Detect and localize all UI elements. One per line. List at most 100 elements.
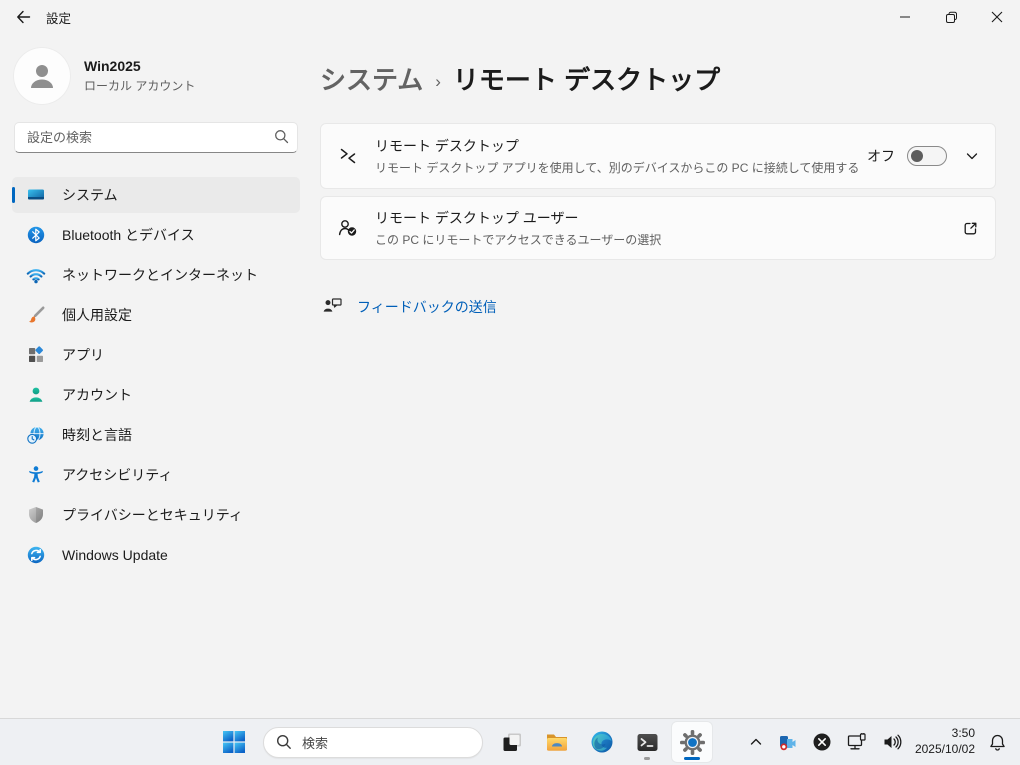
sidebar-item-privacy-security[interactable]: プライバシーとセキュリティ (12, 497, 300, 533)
remote-desktop-description: リモート デスクトップ アプリを使用して、別のデバイスからこの PC に接続して… (375, 159, 867, 176)
taskbar-center: 検索 (214, 722, 712, 762)
chevron-down-icon (965, 149, 979, 163)
remote-desktop-users-title: リモート デスクトップ ユーザー (375, 208, 962, 228)
remote-desktop-card[interactable]: リモート デスクトップ リモート デスクトップ アプリを使用して、別のデバイスか… (320, 123, 996, 189)
tray-status-x-button[interactable] (805, 724, 839, 760)
breadcrumb-separator: › (435, 72, 441, 92)
sidebar-item-label: アカウント (62, 385, 132, 405)
feedback-row: フィードバックの送信 (322, 297, 996, 317)
restore-button[interactable] (928, 0, 974, 34)
windows-update-icon (26, 545, 46, 565)
edge-icon (589, 729, 615, 755)
toggle-knob (911, 150, 923, 162)
user-account-type: ローカル アカウント (84, 77, 195, 94)
minimize-icon (899, 11, 911, 23)
sidebar-item-label: システム (62, 185, 118, 205)
window-controls (882, 0, 1020, 34)
terminal-icon (635, 730, 660, 755)
notifications-button[interactable] (981, 724, 1014, 760)
taskbar-search[interactable]: 検索 (263, 727, 483, 758)
sidebar-item-bluetooth-devices[interactable]: Bluetooth とデバイス (12, 217, 300, 253)
terminal-button[interactable] (627, 722, 667, 762)
sidebar-item-label: Bluetooth とデバイス (62, 225, 195, 245)
app-title: 設定 (46, 8, 71, 27)
system-tray: 3:50 2025/10/02 (742, 719, 1014, 765)
sidebar-item-label: プライバシーとセキュリティ (62, 505, 243, 525)
apps-icon (26, 345, 46, 365)
remote-desktop-users-card[interactable]: リモート デスクトップ ユーザー この PC にリモートでアクセスできるユーザー… (320, 196, 996, 260)
time-language-icon (26, 425, 46, 445)
sidebar-item-label: ネットワークとインターネット (62, 265, 258, 285)
sidebar-item-windows-update[interactable]: Windows Update (12, 537, 300, 573)
sidebar-item-accounts[interactable]: アカウント (12, 377, 300, 413)
sidebar-item-network-internet[interactable]: ネットワークとインターネット (12, 257, 300, 293)
edge-browser-button[interactable] (582, 722, 622, 762)
sidebar-nav: システム Bluetooth とデバイス ネットワークとインターネット (12, 175, 300, 575)
expander-chevron[interactable] (965, 149, 979, 163)
status-x-icon (812, 732, 832, 752)
sidebar-item-label: アクセシビリティ (62, 465, 172, 485)
settings-cards: リモート デスクトップ リモート デスクトップ アプリを使用して、別のデバイスか… (320, 123, 996, 260)
close-button[interactable] (974, 0, 1020, 34)
avatar (14, 48, 70, 104)
breadcrumb-system[interactable]: システム (320, 60, 423, 97)
sidebar-item-time-language[interactable]: 時刻と言語 (12, 417, 300, 453)
privacy-icon (26, 505, 46, 525)
sidebar-item-label: 時刻と言語 (62, 425, 132, 445)
system-icon (26, 185, 46, 205)
sidebar-item-label: Windows Update (62, 547, 168, 563)
file-explorer-button[interactable] (537, 722, 577, 762)
settings-search-input[interactable] (14, 122, 298, 153)
remote-desktop-toggle[interactable] (907, 146, 947, 166)
volume-tray-button[interactable] (875, 724, 909, 760)
tray-time: 3:50 (915, 726, 975, 742)
network-tray-button[interactable] (839, 724, 875, 760)
ethernet-icon (846, 732, 868, 752)
taskbar: 検索 (0, 718, 1020, 765)
settings-gear-icon (679, 729, 706, 756)
chevron-up-icon (749, 735, 763, 749)
task-view-icon (500, 730, 525, 755)
minimize-button[interactable] (882, 0, 928, 34)
close-icon (991, 11, 1003, 23)
remote-desktop-title: リモート デスクトップ (375, 136, 867, 156)
titlebar: 設定 (0, 0, 1020, 34)
settings-window: 設定 Win2025 ローカル アカウント (0, 0, 1020, 718)
speaker-icon (882, 732, 902, 752)
breadcrumb: システム › リモート デスクトップ (320, 60, 996, 97)
sidebar-item-accessibility[interactable]: アクセシビリティ (12, 457, 300, 493)
tray-device-status-icon (777, 732, 798, 753)
page-title: リモート デスクトップ (453, 60, 720, 97)
back-button[interactable] (6, 2, 40, 32)
personalization-icon (26, 305, 46, 325)
toggle-state-label: オフ (867, 146, 895, 166)
bluetooth-icon (26, 225, 46, 245)
start-button[interactable] (214, 722, 254, 762)
sidebar-item-label: 個人用設定 (62, 305, 132, 325)
user-account[interactable]: Win2025 ローカル アカウント (14, 48, 300, 104)
clock-tray[interactable]: 3:50 2025/10/02 (909, 724, 981, 760)
remote-desktop-icon (337, 145, 359, 167)
settings-search (14, 122, 298, 153)
search-icon (274, 129, 289, 144)
tray-device-status-button[interactable] (770, 724, 805, 760)
sidebar-item-system[interactable]: システム (12, 177, 300, 213)
remote-desktop-users-description: この PC にリモートでアクセスできるユーザーの選択 (375, 231, 962, 248)
open-external-icon (962, 220, 979, 237)
network-icon (26, 265, 46, 285)
search-icon (276, 734, 292, 750)
sidebar-item-personalization[interactable]: 個人用設定 (12, 297, 300, 333)
sidebar-item-apps[interactable]: アプリ (12, 337, 300, 373)
task-view-button[interactable] (492, 722, 532, 762)
file-explorer-icon (544, 729, 570, 755)
back-arrow-icon (15, 9, 31, 25)
send-feedback-link[interactable]: フィードバックの送信 (357, 297, 497, 317)
tray-date: 2025/10/02 (915, 742, 975, 758)
bell-icon (988, 733, 1007, 752)
settings-app-button[interactable] (672, 722, 712, 762)
sidebar: Win2025 ローカル アカウント システム (0, 34, 312, 718)
user-icon (25, 59, 59, 93)
restore-icon (945, 11, 958, 24)
tray-chevron-button[interactable] (742, 724, 770, 760)
sidebar-item-label: アプリ (62, 345, 104, 365)
